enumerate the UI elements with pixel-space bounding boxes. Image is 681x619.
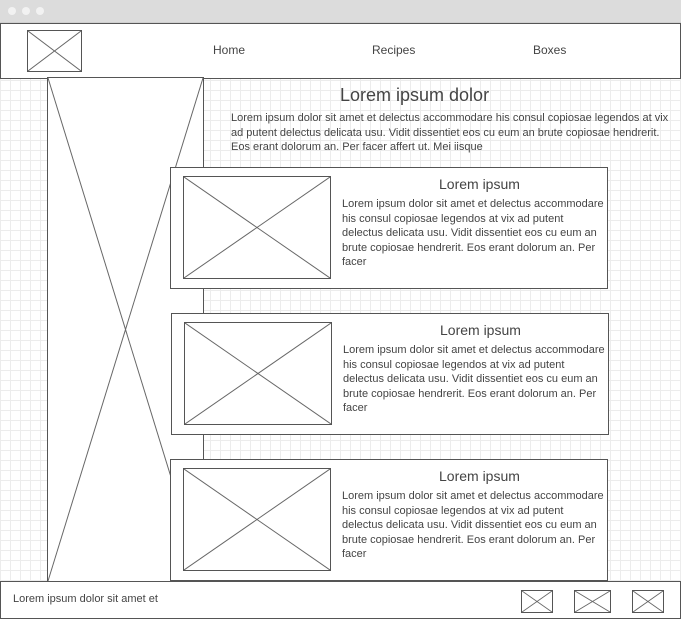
window-minimize-dot[interactable] <box>22 7 30 15</box>
card-title: Lorem ipsum <box>439 468 520 484</box>
window-close-dot[interactable] <box>8 7 16 15</box>
card-image-placeholder <box>183 468 331 571</box>
nav-home-link[interactable]: Home <box>213 43 245 57</box>
footer-social-icon[interactable] <box>521 590 553 613</box>
footer-social-icon[interactable] <box>574 590 611 613</box>
window-titlebar <box>0 0 681 23</box>
card-text: Lorem ipsum dolor sit amet et delectus a… <box>342 490 604 560</box>
card-image-placeholder <box>184 322 332 425</box>
site-footer: Lorem ipsum dolor sit amet et <box>0 581 681 619</box>
card-title: Lorem ipsum <box>439 176 520 192</box>
recipe-card[interactable]: Lorem ipsum Lorem ipsum dolor sit amet e… <box>170 167 608 289</box>
footer-social-icon[interactable] <box>632 590 664 613</box>
card-text: Lorem ipsum dolor sit amet et delectus a… <box>342 198 604 268</box>
nav-recipes-link[interactable]: Recipes <box>372 43 415 57</box>
card-text: Lorem ipsum dolor sit amet et delectus a… <box>343 344 605 414</box>
nav-boxes-link[interactable]: Boxes <box>533 43 566 57</box>
site-header <box>0 23 681 79</box>
footer-text: Lorem ipsum dolor sit amet et <box>13 593 158 605</box>
intro-paragraph: Lorem ipsum dolor sit amet et delectus a… <box>231 112 669 153</box>
recipe-card[interactable]: Lorem ipsum Lorem ipsum dolor sit amet e… <box>171 313 609 435</box>
page-title: Lorem ipsum dolor <box>340 85 490 105</box>
window-maximize-dot[interactable] <box>36 7 44 15</box>
card-title: Lorem ipsum <box>440 322 521 338</box>
card-image-placeholder <box>183 176 331 279</box>
logo-image-placeholder[interactable] <box>27 30 82 72</box>
recipe-card[interactable]: Lorem ipsum Lorem ipsum dolor sit amet e… <box>170 459 608 581</box>
